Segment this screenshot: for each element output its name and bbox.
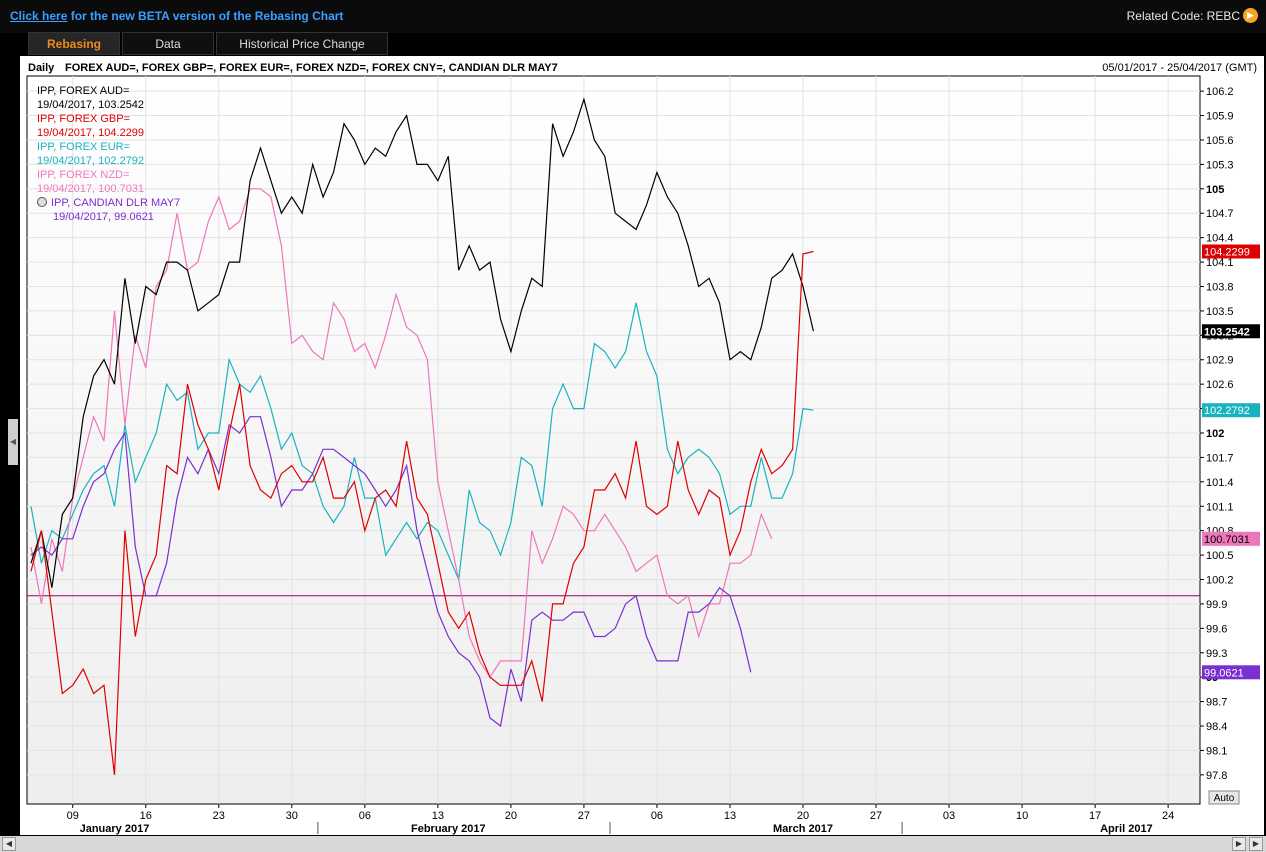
collapse-left-icon[interactable]: ◀ <box>8 419 18 465</box>
legend-name-aud: IPP, FOREX AUD= <box>37 85 129 97</box>
y-tick-label: 105.3 <box>1206 159 1234 171</box>
y-tick-label: 104.7 <box>1206 208 1234 220</box>
y-tick-label: 99.3 <box>1206 648 1227 660</box>
x-tick-label: 13 <box>724 810 736 822</box>
y-tick-label: 98.4 <box>1206 721 1227 733</box>
y-tick-label: 104.1 <box>1206 257 1234 269</box>
arrow-right-circle-icon[interactable]: ▶ <box>1243 8 1258 23</box>
y-tick-label: 101.7 <box>1206 452 1234 464</box>
y-tick-label: 98.1 <box>1206 745 1227 757</box>
beta-link-text[interactable]: for the new BETA version of the Rebasing… <box>67 9 344 23</box>
related-code: Related Code: REBC <box>1126 9 1240 23</box>
y-tick-label: 101.4 <box>1206 477 1234 489</box>
y-tick-label: 102.6 <box>1206 379 1234 391</box>
legend-value-nzd: 19/04/2017, 100.7031 <box>37 183 144 195</box>
tab-rebasing[interactable]: Rebasing <box>28 32 120 55</box>
x-tick-label: 20 <box>797 810 809 822</box>
y-tick-label: 102 <box>1206 428 1224 440</box>
y-tick-label: 102.9 <box>1206 355 1234 367</box>
legend-value-cad: 19/04/2017, 99.0621 <box>53 211 154 223</box>
y-tick-label: 106.2 <box>1206 86 1234 98</box>
x-tick-label: 20 <box>505 810 517 822</box>
x-axis: 09 16 23 30 06 13 20 27 06 13 20 27 03 10 17 24 January … <box>67 804 1174 835</box>
legend-name-cad: IPP, CANDIAN DLR MAY7 <box>51 197 180 209</box>
chart-panel: 106.2 105.9 105.6 105.3 105 104.7 104.4 104.1 10… <box>20 56 1264 835</box>
x-tick-label: 09 <box>67 810 79 822</box>
x-tick-label: 30 <box>286 810 298 822</box>
beta-link[interactable]: Click here for the new BETA version of t… <box>10 9 343 23</box>
rebasing-chart[interactable]: 106.2105.9105.6105.3105104.7104.4104.110… <box>20 56 1264 835</box>
x-tick-label: 16 <box>140 810 152 822</box>
legend-value-eur: 19/04/2017, 102.2792 <box>37 155 144 167</box>
y-tick-label: 104.4 <box>1206 233 1234 245</box>
scroll-left-icon[interactable]: ◀ <box>2 837 16 851</box>
x-tick-label: 03 <box>943 810 955 822</box>
month-label: January 2017 <box>80 823 150 835</box>
y-tick-label: 100.5 <box>1206 550 1234 562</box>
x-tick-label: 13 <box>432 810 444 822</box>
y-tick-label: 103.8 <box>1206 281 1234 293</box>
beta-link-click[interactable]: Click here <box>10 9 67 23</box>
month-label: March 2017 <box>773 823 833 835</box>
y-tick-label: 103.5 <box>1206 306 1234 318</box>
chart-title: FOREX AUD=, FOREX GBP=, FOREX EUR=, FORE… <box>65 62 558 74</box>
legend-name-eur: IPP, FOREX EUR= <box>37 141 130 153</box>
tab-data[interactable]: Data <box>122 32 214 55</box>
legend-value-gbp: 19/04/2017, 104.2299 <box>37 127 144 139</box>
date-range: 05/01/2017 - 25/04/2017 (GMT) <box>1102 62 1257 74</box>
y-tick-label: 101.1 <box>1206 501 1234 513</box>
tab-historical-price-change[interactable]: Historical Price Change <box>216 32 388 55</box>
scroll-end-icon[interactable]: ▶ <box>1249 837 1263 851</box>
x-tick-label: 06 <box>359 810 371 822</box>
end-label-cad: 99.0621 <box>1204 667 1244 679</box>
x-tick-label: 23 <box>213 810 225 822</box>
legend-name-gbp: IPP, FOREX GBP= <box>37 113 130 125</box>
x-tick-label: 27 <box>578 810 590 822</box>
end-label-gbp: 104.2299 <box>1204 246 1250 258</box>
x-tick-label: 17 <box>1089 810 1101 822</box>
legend-name-nzd: IPP, FOREX NZD= <box>37 169 129 181</box>
x-tick-label: 24 <box>1162 810 1174 822</box>
y-tick-label: 99.6 <box>1206 623 1227 635</box>
y-tick-label: 97.8 <box>1206 770 1227 782</box>
scroll-right-icon[interactable]: ▶ <box>1232 837 1246 851</box>
month-label: February 2017 <box>411 823 486 835</box>
end-label-eur: 102.2792 <box>1204 405 1250 417</box>
auto-label[interactable]: Auto <box>1214 793 1235 804</box>
y-tick-label: 105.6 <box>1206 135 1234 147</box>
legend-value-aud: 19/04/2017, 103.2542 <box>37 99 144 111</box>
y-tick-label: 99.9 <box>1206 599 1227 611</box>
x-tick-label: 27 <box>870 810 882 822</box>
x-tick-label: 06 <box>651 810 663 822</box>
y-tick-label: 100.2 <box>1206 575 1234 587</box>
y-tick-label: 105.9 <box>1206 111 1234 123</box>
month-label: April 2017 <box>1100 823 1153 835</box>
plot-area <box>26 75 1201 805</box>
x-tick-label: 10 <box>1016 810 1028 822</box>
y-tick-label: 105 <box>1206 184 1224 196</box>
end-label-aud: 103.2542 <box>1204 326 1250 338</box>
end-label-nzd: 100.7031 <box>1204 534 1250 546</box>
y-tick-label: 98.7 <box>1206 697 1227 709</box>
top-bar: Click here for the new BETA version of t… <box>0 0 1266 33</box>
period-label[interactable]: Daily <box>28 62 55 74</box>
horizontal-scrollbar[interactable]: ◀ ▶ ▶ <box>0 836 1266 852</box>
clock-icon <box>37 197 47 207</box>
